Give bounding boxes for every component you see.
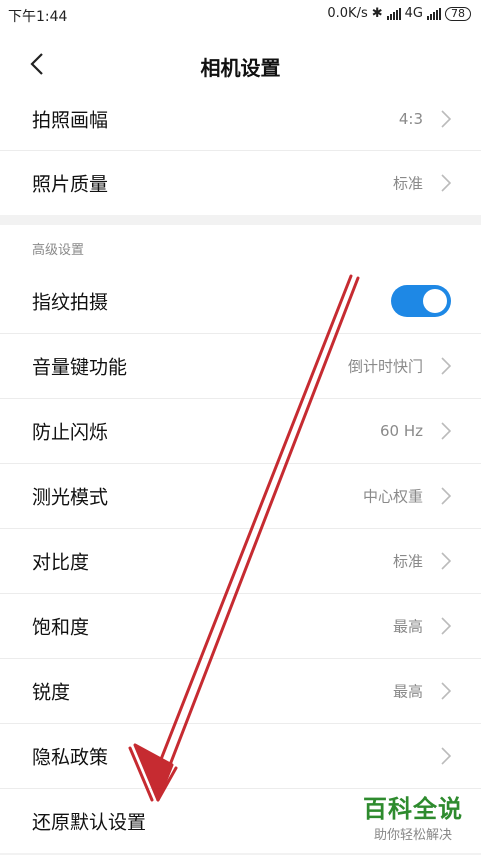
setting-sharpness[interactable]: 锐度 最高 (0, 659, 481, 724)
setting-value: 最高 (392, 617, 423, 636)
setting-value: 4:3 (398, 110, 423, 128)
section-title: 高级设置 (32, 243, 85, 258)
setting-value: 标准 (392, 174, 423, 193)
network-speed: 0.0K/s (327, 6, 368, 21)
chevron-right-icon (441, 552, 451, 570)
setting-volume-key[interactable]: 音量键功能 倒计时快门 (0, 334, 481, 399)
setting-privacy-policy[interactable]: 隐私政策 (0, 724, 481, 789)
chevron-right-icon (441, 617, 451, 635)
setting-fingerprint-capture: 指纹拍摄 (0, 269, 481, 334)
fingerprint-toggle[interactable] (391, 285, 451, 317)
setting-metering-mode[interactable]: 测光模式 中心权重 (0, 464, 481, 529)
chevron-right-icon (441, 357, 451, 375)
chevron-right-icon (441, 174, 451, 192)
setting-label: 饱和度 (32, 616, 90, 639)
setting-label: 音量键功能 (32, 356, 128, 379)
status-right: 0.0K/s ✱ 4G 78 (327, 6, 471, 21)
setting-anti-flicker[interactable]: 防止闪烁 60 Hz (0, 399, 481, 464)
setting-label: 照片质量 (32, 173, 109, 196)
setting-label: 防止闪烁 (32, 421, 109, 444)
section-header-advanced: 高级设置 (0, 215, 481, 269)
setting-label: 隐私政策 (32, 746, 109, 769)
setting-value: 最高 (392, 682, 423, 701)
setting-label: 还原默认设置 (32, 811, 147, 834)
settings-group-advanced: 指纹拍摄 音量键功能 倒计时快门 防止闪烁 60 Hz 测光模式 中心权重 对比… (0, 269, 481, 853)
chevron-right-icon (441, 422, 451, 440)
setting-saturation[interactable]: 饱和度 最高 (0, 594, 481, 659)
setting-contrast[interactable]: 对比度 标准 (0, 529, 481, 594)
network-type: 4G (404, 6, 423, 21)
setting-value: 中心权重 (362, 487, 423, 506)
setting-label: 测光模式 (32, 486, 109, 509)
signal-icon (386, 7, 401, 20)
toggle-knob (423, 289, 447, 313)
chevron-right-icon (441, 747, 451, 765)
signal-icon-2 (427, 7, 441, 20)
setting-label: 拍照画幅 (32, 109, 109, 132)
setting-label: 对比度 (32, 551, 90, 574)
page-title: 相机设置 (200, 56, 281, 80)
settings-group-basic: 拍照画幅 4:3 照片质量 标准 (0, 88, 481, 215)
battery-icon: 78 (445, 6, 471, 21)
setting-value: 倒计时快门 (347, 357, 423, 376)
status-bar: 下午1:44 0.0K/s ✱ 4G 78 (0, 0, 481, 30)
setting-label: 锐度 (32, 681, 71, 704)
chevron-right-icon (441, 487, 451, 505)
setting-aspect-ratio[interactable]: 拍照画幅 4:3 (0, 88, 481, 151)
watermark: 百科全说 助你轻松解决 (363, 789, 463, 843)
setting-label: 指纹拍摄 (32, 291, 109, 314)
chevron-right-icon (441, 110, 451, 128)
watermark-slogan: 助你轻松解决 (373, 828, 452, 843)
setting-value: 60 Hz (379, 422, 423, 440)
setting-photo-quality[interactable]: 照片质量 标准 (0, 151, 481, 215)
bluetooth-icon: ✱ (371, 6, 383, 21)
setting-value: 标准 (392, 552, 423, 571)
watermark-brand: 百科全说 (363, 795, 463, 823)
chevron-right-icon (441, 682, 451, 700)
status-time: 下午1:44 (8, 9, 68, 25)
